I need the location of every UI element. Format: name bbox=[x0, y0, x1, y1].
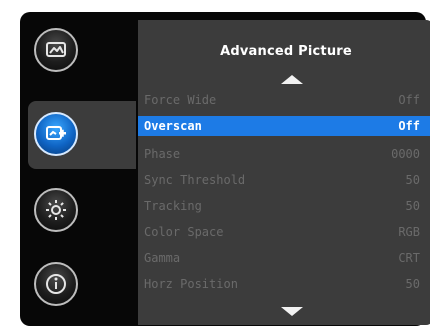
menu-row-force-wide[interactable]: Force Wide Off bbox=[138, 90, 430, 110]
picture-icon[interactable] bbox=[34, 28, 78, 72]
row-label: Gamma bbox=[144, 251, 181, 265]
menu-row-color-space[interactable]: Color Space RGB bbox=[138, 222, 430, 242]
row-label: Sync Threshold bbox=[144, 173, 246, 187]
row-label: Overscan bbox=[144, 119, 202, 133]
row-value: 50 bbox=[405, 173, 420, 187]
info-icon[interactable] bbox=[34, 262, 78, 306]
row-label: Force Wide bbox=[144, 93, 217, 107]
menu-row-horz-position[interactable]: Horz Position 50 bbox=[138, 274, 430, 294]
info-icon-glyph bbox=[46, 274, 66, 294]
row-label: Color Space bbox=[144, 225, 224, 239]
picture-icon-glyph bbox=[46, 42, 66, 57]
row-value: 50 bbox=[405, 277, 420, 291]
advanced-picture-icon-glyph bbox=[46, 126, 66, 140]
scroll-up-icon[interactable] bbox=[281, 75, 303, 84]
panel-title: Advanced Picture bbox=[220, 44, 352, 59]
advanced-picture-icon[interactable] bbox=[34, 112, 78, 156]
advanced-picture-panel: Advanced Picture Force Wide Off Overscan… bbox=[138, 20, 430, 325]
settings-gear-icon[interactable] bbox=[34, 188, 78, 232]
menu-row-overscan[interactable]: Overscan Off bbox=[138, 116, 430, 136]
menu-row-gamma[interactable]: Gamma CRT bbox=[138, 248, 430, 268]
menu-row-sync-threshold[interactable]: Sync Threshold 50 bbox=[138, 170, 430, 190]
row-value: 0000 bbox=[391, 147, 420, 161]
row-label: Phase bbox=[144, 147, 181, 161]
row-value: RGB bbox=[398, 225, 420, 239]
menu-row-tracking[interactable]: Tracking 50 bbox=[138, 196, 430, 216]
row-value: Off bbox=[398, 119, 420, 133]
row-value: CRT bbox=[398, 251, 420, 265]
row-label: Horz Position bbox=[144, 277, 238, 291]
osd-menu: Advanced Picture Force Wide Off Overscan… bbox=[20, 12, 430, 326]
scroll-down-icon[interactable] bbox=[281, 307, 303, 316]
menu-row-phase[interactable]: Phase 0000 bbox=[138, 144, 430, 164]
settings-gear-icon-glyph bbox=[46, 200, 66, 220]
row-label: Tracking bbox=[144, 199, 202, 213]
row-value: 50 bbox=[405, 199, 420, 213]
row-value: Off bbox=[398, 93, 420, 107]
